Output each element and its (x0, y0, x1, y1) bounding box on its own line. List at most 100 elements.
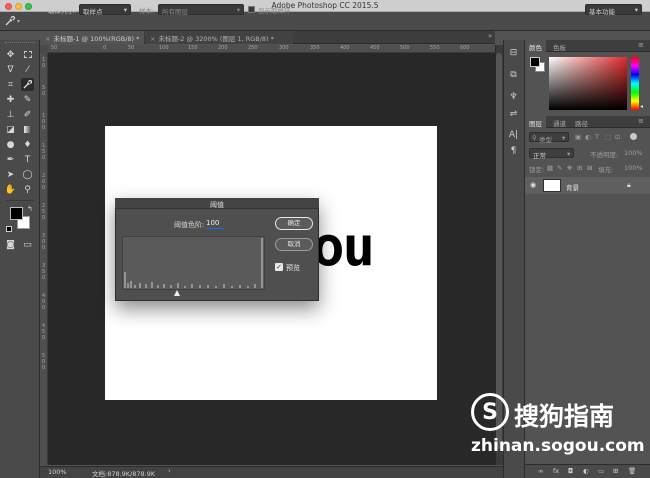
tab-document-1[interactable]: × 未标题-1 @ 100%(RGB/8) * (40, 31, 144, 44)
filter-shape-icon[interactable]: ⬚ (605, 133, 611, 141)
ruler-tick-label: 0 (42, 275, 46, 281)
delete-layer-icon[interactable]: 🗑︎ (628, 467, 636, 475)
tab-layers[interactable]: 图层 (525, 116, 546, 128)
new-layer-icon[interactable]: ⊞ (613, 467, 618, 475)
lock-artboard-icon[interactable]: ⊞ (577, 164, 582, 172)
default-colors-icon[interactable] (6, 226, 12, 232)
color-spectrum-field[interactable] (549, 57, 627, 110)
gradient-tool-icon[interactable] (21, 123, 34, 136)
tab-channels[interactable]: 通道 (549, 116, 570, 128)
tab-paths[interactable]: 路径 (571, 116, 592, 128)
tab-swatches[interactable]: 色板 (549, 40, 570, 52)
brush-tool-icon[interactable]: ✎ (21, 93, 34, 106)
toolbar-grip[interactable] (5, 42, 35, 45)
lock-transparency-icon[interactable]: ▦ (547, 164, 553, 172)
filter-toggle[interactable] (630, 133, 637, 140)
clone-stamp-tool-icon[interactable]: ⊥ (4, 108, 17, 121)
zoom-tool-icon[interactable]: ⚲ (21, 183, 34, 196)
ruler-tick-label: 0 (42, 365, 46, 371)
ruler-origin[interactable] (40, 45, 48, 53)
sample-size-select[interactable]: 取样点 ▾ (79, 4, 131, 16)
path-selection-tool-icon[interactable]: ➤ (4, 168, 17, 181)
quick-mask-icon[interactable]: ◙ (4, 238, 17, 251)
close-icon[interactable]: × (150, 35, 155, 43)
move-tool-icon[interactable]: ✥ (4, 48, 17, 61)
ruler-tick-label: 0 (42, 305, 46, 311)
lock-icon: 🔒︎ (627, 181, 631, 189)
hue-slider[interactable] (631, 57, 639, 110)
crop-tool-icon[interactable]: ⌗ (4, 78, 17, 91)
hand-tool-icon[interactable]: ✋ (4, 183, 17, 196)
tool-preset-picker[interactable]: ▾ (5, 14, 25, 28)
type-tool-icon[interactable]: T (21, 153, 34, 166)
preview-label: 预览 (286, 264, 300, 272)
preview-checkbox[interactable]: ✓ (275, 263, 283, 271)
pen-tool-icon[interactable]: ✒ (4, 153, 17, 166)
marquee-tool-icon[interactable] (21, 48, 34, 61)
zoom-level[interactable]: 100% (48, 468, 67, 476)
blend-mode-select[interactable]: 正常 ▾ (529, 148, 574, 160)
filter-smart-object-icon[interactable]: ⊡ (615, 133, 620, 141)
cancel-button[interactable]: 取消 (275, 238, 313, 251)
brushes-panel-icon[interactable]: ♆ (507, 90, 520, 103)
ok-button[interactable]: 确定 (275, 217, 313, 230)
sample-select[interactable]: 所有图层 ▾ (158, 4, 244, 16)
fill-value[interactable]: 100% (624, 164, 643, 172)
chevron-down-icon: ▾ (123, 6, 127, 14)
document-info[interactable]: 文档:878.9K/878.9K (92, 468, 155, 478)
lock-position-icon[interactable]: ✥ (567, 164, 572, 172)
panel-menu-icon[interactable]: ≡ (638, 117, 644, 125)
opacity-value[interactable]: 100% (624, 149, 643, 157)
ruler-tick-label: 0 (42, 185, 46, 191)
layer-name[interactable]: 背景 (566, 182, 579, 192)
swap-colors-icon[interactable]: ↰ (27, 205, 33, 213)
layer-style-icon[interactable]: fx (553, 467, 559, 475)
paragraph-panel-icon[interactable]: ¶ (507, 144, 520, 157)
eye-icon[interactable]: ◉ (530, 181, 536, 189)
add-mask-icon[interactable]: ◘ (568, 467, 573, 475)
tab-color[interactable]: 颜色 (525, 40, 546, 52)
histogram-graph (124, 238, 263, 288)
filter-adjustment-icon[interactable]: ◐ (585, 133, 591, 141)
healing-brush-tool-icon[interactable]: ✚ (4, 93, 17, 106)
threshold-slider-handle[interactable] (174, 290, 180, 296)
ellipse-tool-icon[interactable]: ◯ (21, 168, 34, 181)
ruler-tick-label: 200 (218, 45, 228, 51)
panel-menu-icon[interactable]: ≡ (638, 41, 644, 49)
search-icon: ⚲ (532, 134, 537, 142)
lock-pixels-icon[interactable]: ✎ (557, 164, 562, 172)
ruler-left-labels: 1 0 5 0 1 0 0 1 5 0 2 0 0 2 5 0 3 0 0 3 … (40, 53, 48, 465)
tab-document-2[interactable]: × 未标题-2 @ 3200% (图层 1, RGB/8) * (145, 31, 293, 44)
eyedropper-tool-icon[interactable] (21, 78, 34, 91)
filter-type-icon[interactable]: T (595, 133, 599, 141)
chevron-right-icon[interactable]: › (168, 467, 171, 475)
eraser-tool-icon[interactable]: ◪ (4, 123, 17, 136)
show-ring-checkbox[interactable] (248, 6, 255, 13)
layer-kind-filter[interactable]: ⚲ 类型 ▾ (529, 132, 569, 144)
lock-all-icon[interactable]: ⊠ (587, 164, 592, 172)
character-panel-icon[interactable]: A| (507, 128, 520, 141)
dodge-tool-icon[interactable]: ♦ (21, 138, 34, 151)
link-layers-icon[interactable]: ∞ (538, 467, 543, 475)
new-group-icon[interactable]: ▭ (598, 467, 604, 475)
scrollbar-thumb[interactable] (496, 53, 502, 449)
adjustments-panel-icon[interactable]: ⇌ (507, 107, 520, 120)
layer-thumbnail (543, 179, 561, 192)
workspace-select[interactable]: 基本功能 ▾ (585, 4, 642, 16)
threshold-level-input[interactable]: 100 (206, 218, 224, 229)
lasso-tool-icon[interactable]: ᐁ (4, 63, 17, 76)
history-panel-icon[interactable]: ⊟ (507, 46, 520, 59)
color-panel-foreground-swatch[interactable] (530, 57, 540, 67)
close-icon[interactable]: × (45, 35, 50, 43)
screen-mode-icon[interactable]: ▭ (21, 238, 34, 251)
filter-pixel-icon[interactable]: ▣ (575, 133, 581, 141)
tab-overflow-icon[interactable]: » (488, 32, 492, 40)
history-brush-tool-icon[interactable]: ✐ (21, 108, 34, 121)
ruler-tick-label: 0 (42, 245, 46, 251)
adjustment-layer-icon[interactable]: ◐ (583, 467, 589, 475)
properties-panel-icon[interactable]: ⧉ (507, 68, 520, 81)
magic-wand-tool-icon[interactable]: ⁄ (21, 63, 34, 76)
foreground-color-swatch[interactable] (10, 207, 23, 220)
hue-slider-handle[interactable]: ◂ (640, 103, 643, 110)
blur-tool-icon[interactable]: ● (4, 138, 17, 151)
